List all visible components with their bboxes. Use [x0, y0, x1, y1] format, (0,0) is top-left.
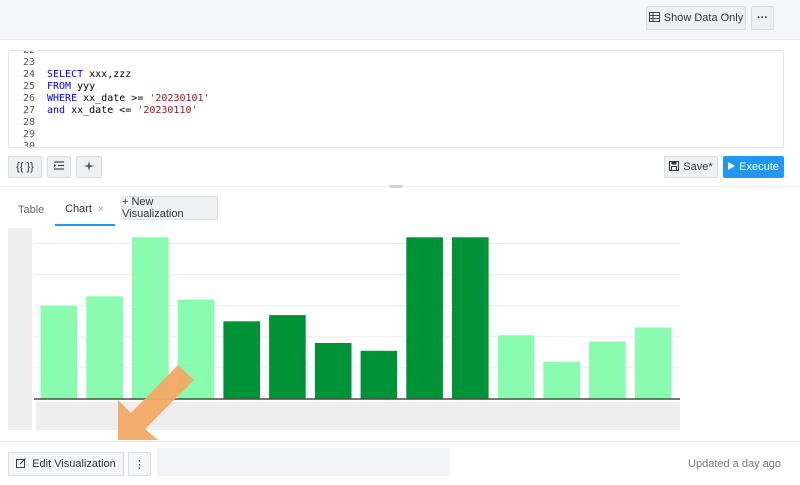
sparkle-icon [84, 160, 94, 174]
visualization-menu-button[interactable]: ⋮ [128, 452, 151, 476]
sql-keyword: FROM [47, 81, 72, 92]
close-icon[interactable]: × [98, 204, 104, 215]
more-label: ··· [757, 12, 768, 24]
bar [177, 299, 215, 399]
line-number: 25 [22, 81, 35, 92]
edit-icon [16, 457, 27, 471]
line-number: 23 [22, 57, 35, 68]
sql-keyword: SELECT [47, 69, 84, 80]
chart-container [0, 226, 800, 432]
indent-icon [54, 161, 64, 173]
bar [40, 305, 78, 399]
bar [634, 327, 672, 399]
line-number: 30 [22, 141, 35, 148]
edit-visualization-button[interactable]: Edit Visualization [8, 452, 124, 476]
line-number: 24 [22, 69, 35, 80]
bar [589, 341, 626, 399]
code-line: FROM yyy [47, 81, 767, 93]
tab-chart[interactable]: Chart × [55, 194, 115, 226]
bar [223, 321, 260, 399]
chart-bottom-strip [36, 402, 680, 430]
updated-status: Updated a day ago [688, 458, 781, 470]
bottom-strip [157, 448, 449, 476]
bar [452, 237, 489, 399]
sql-text: xxx,zzz [83, 69, 132, 80]
save-label: Save* [683, 161, 713, 173]
top-toolbar: Show Data Only ··· [0, 0, 800, 40]
new-visualization-button[interactable]: + New Visualization [121, 196, 218, 220]
bar [269, 315, 306, 399]
save-button[interactable]: Save* [664, 156, 718, 178]
edit-visualization-label: Edit Visualization [32, 458, 116, 470]
query-editor[interactable]: 22 23 24 25 26 27 28 29 30 SELECT xxx,zzz FROM yy… [8, 50, 784, 148]
new-visualization-label: + New Visualization [122, 196, 184, 220]
execute-button[interactable]: Execute [723, 156, 784, 178]
execute-label: Execute [739, 161, 779, 173]
play-icon [728, 161, 736, 173]
visualization-tabs: Table Chart × + New Visualization [0, 194, 800, 226]
more-options-button[interactable]: ··· [751, 6, 774, 30]
line-numbers: 22 23 24 25 26 27 28 29 30 [9, 50, 37, 147]
sql-string: '20230110' [137, 105, 198, 116]
tab-chart-label: Chart [65, 203, 92, 215]
vertical-dots-icon: ⋮ [134, 458, 145, 471]
sql-text: xx_date >= [77, 93, 150, 104]
code-line: and xx_date <= '20230110' [47, 105, 767, 117]
table-icon [648, 11, 660, 25]
tab-table-label: Table [18, 204, 45, 216]
line-number: 22 [22, 50, 35, 56]
params-label: {{ }} [16, 161, 34, 173]
sql-text: yyy [71, 81, 96, 92]
code-area[interactable]: SELECT xxx,zzz FROM yyy WHERE xx_date >= '… [47, 51, 767, 147]
bottom-bar: Edit Visualization ⋮ Updated a day ago [0, 441, 800, 485]
bar [314, 343, 352, 399]
resize-handle[interactable] [389, 185, 403, 188]
bar [132, 237, 169, 399]
line-number: 29 [22, 129, 35, 140]
floppy-icon [669, 160, 680, 174]
code-line: SELECT xxx,zzz [47, 69, 767, 81]
bar [360, 350, 398, 399]
code-line: WHERE xx_date >= '20230101' [47, 93, 767, 105]
sql-keyword: WHERE [47, 93, 78, 104]
show-data-only-label: Show Data Only [663, 12, 744, 24]
bar [497, 335, 535, 399]
show-data-only-button[interactable]: Show Data Only [646, 6, 746, 30]
autocomplete-toggle[interactable] [76, 156, 102, 178]
bar [86, 296, 123, 399]
chart-left-strip [8, 228, 32, 430]
sql-text: xx_date <= [65, 105, 138, 116]
bar [406, 237, 443, 399]
tab-table[interactable]: Table [18, 194, 44, 226]
bar-chart [8, 228, 680, 430]
bar [543, 361, 580, 399]
line-number: 26 [22, 93, 35, 104]
format-query-button[interactable] [47, 156, 71, 178]
add-parameter-button[interactable]: {{ }} [8, 156, 42, 178]
line-number: 27 [22, 105, 35, 116]
sql-keyword: and [47, 105, 66, 116]
line-number: 28 [22, 117, 35, 128]
sql-string: '20230101' [149, 93, 210, 104]
